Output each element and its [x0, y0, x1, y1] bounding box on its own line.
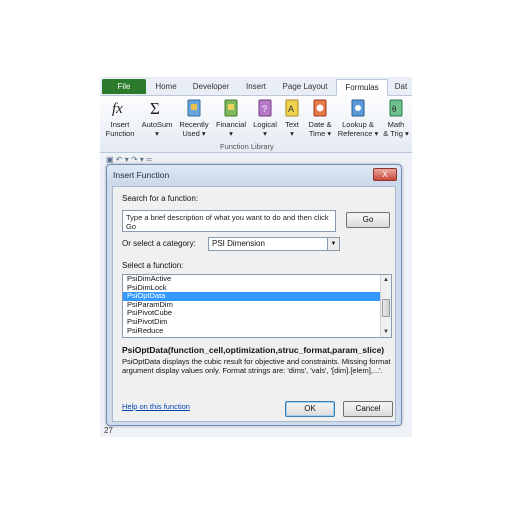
svg-text:θ: θ: [392, 104, 396, 114]
tab-formulas[interactable]: Formulas: [336, 79, 388, 96]
text-label: Text ▾: [285, 120, 299, 138]
list-item[interactable]: PsiReduce: [123, 326, 381, 336]
quick-access-toolbar[interactable]: ▣ ↶ ▾ ↷ ▾ ═: [106, 155, 152, 164]
function-list[interactable]: PsiDimActive PsiDimLock PsiOptData PsiParam…: [122, 274, 392, 338]
tab-data[interactable]: Dat: [390, 79, 412, 96]
sigma-icon: Σ: [150, 99, 160, 118]
book-icon: ?: [258, 99, 272, 117]
help-link[interactable]: Help on this function: [122, 402, 190, 411]
ribbon: fx Insert Function Σ AutoSum ▾ Recently …: [100, 96, 412, 153]
ok-button[interactable]: OK: [285, 401, 335, 417]
insert-function-dialog: Insert Function ? X Search for a functio…: [106, 164, 402, 426]
book-icon: [187, 99, 201, 117]
financial-label: Financial ▾: [215, 120, 246, 138]
logical-label: Logical ▾: [253, 120, 277, 138]
fx-icon: fx: [112, 101, 123, 117]
autosum-label: AutoSum ▾: [141, 120, 173, 138]
book-icon: [313, 99, 327, 117]
chevron-down-icon[interactable]: ▼: [327, 238, 339, 250]
autosum-button[interactable]: Σ AutoSum ▾: [140, 98, 174, 138]
close-button[interactable]: X: [373, 168, 397, 181]
insert-function-button[interactable]: fx Insert Function: [102, 98, 138, 138]
dialog-title: Insert Function: [113, 170, 170, 180]
logical-button[interactable]: ? Logical ▾: [250, 98, 280, 138]
book-icon: [351, 99, 365, 117]
date-time-label: Date & Time ▾: [308, 120, 332, 138]
recently-used-button[interactable]: Recently Used ▾: [176, 98, 212, 138]
book-icon: θ: [389, 99, 403, 117]
insert-function-label: Insert Function: [105, 120, 135, 138]
dialog-titlebar[interactable]: Insert Function ? X: [107, 165, 401, 393]
lookup-reference-label: Lookup & Reference ▾: [337, 120, 379, 138]
svg-text:A: A: [288, 104, 294, 114]
math-trig-label: Math & Trig ▾: [383, 120, 409, 138]
function-signature: PsiOptData(function_cell,optimization,st…: [122, 345, 385, 355]
recently-used-label: Recently Used ▾: [179, 120, 209, 138]
go-button[interactable]: Go: [346, 212, 390, 228]
function-description: PsiOptData displays the cubic result for…: [122, 357, 391, 375]
text-button[interactable]: A Text ▾: [280, 98, 304, 138]
scroll-down-icon[interactable]: ▼: [381, 327, 391, 337]
lookup-reference-button[interactable]: Lookup & Reference ▾: [336, 98, 380, 138]
search-label: Search for a function:: [122, 194, 199, 203]
scroll-up-icon[interactable]: ▲: [381, 275, 391, 285]
tab-page-layout[interactable]: Page Layout: [276, 79, 334, 96]
category-label: Or select a category:: [122, 239, 196, 248]
ribbon-tabs: File Home Developer Insert Page Layout F…: [100, 77, 412, 96]
dialog-body: Search for a function: Type a brief desc…: [112, 186, 396, 422]
svg-text:?: ?: [262, 104, 267, 114]
tab-file[interactable]: File: [102, 79, 146, 94]
tab-developer[interactable]: Developer: [186, 79, 236, 96]
financial-button[interactable]: Financial ▾: [213, 98, 249, 138]
tab-insert[interactable]: Insert: [238, 79, 274, 96]
row-number: 27: [104, 426, 113, 435]
list-scrollbar[interactable]: ▲ ▼: [380, 275, 391, 337]
book-icon: [224, 99, 238, 117]
svg-text:fx: fx: [112, 101, 123, 117]
scroll-thumb[interactable]: [382, 299, 390, 317]
svg-text:Σ: Σ: [150, 99, 160, 118]
select-function-label: Select a function:: [122, 261, 184, 270]
tab-home[interactable]: Home: [148, 79, 184, 96]
function-library-label: Function Library: [220, 142, 274, 151]
search-input[interactable]: Type a brief description of what you wan…: [122, 210, 336, 232]
category-value: PSI Dimension: [212, 239, 265, 248]
category-select[interactable]: PSI Dimension ▼: [208, 237, 340, 251]
math-trig-button[interactable]: θ Math & Trig ▾: [381, 98, 411, 138]
cancel-button[interactable]: Cancel: [343, 401, 393, 417]
book-icon: A: [285, 99, 299, 117]
date-time-button[interactable]: Date & Time ▾: [305, 98, 335, 138]
